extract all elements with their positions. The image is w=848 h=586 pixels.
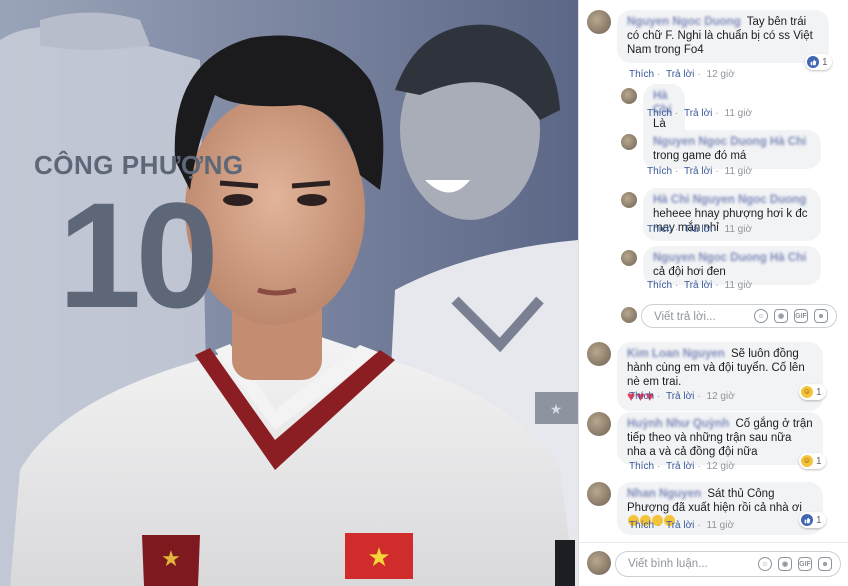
comment-bubble: Nguyen Ngoc Duong Tay bên trái có chữ F.… bbox=[617, 10, 829, 63]
reaction-count[interactable]: 1 bbox=[799, 512, 826, 528]
gif-icon[interactable]: GIF bbox=[798, 557, 812, 571]
sticker-icon[interactable]: ☻ bbox=[814, 309, 828, 323]
reply-link[interactable]: Trả lời bbox=[684, 280, 712, 291]
reply-link[interactable]: Trả lời bbox=[684, 166, 712, 177]
emoji-icon[interactable]: ☺ bbox=[754, 309, 768, 323]
haha-reaction-icon: ☺ bbox=[801, 455, 813, 467]
avatar[interactable] bbox=[621, 134, 637, 150]
comment-bubble: Nguyen Ngoc Duong Hà Chi trong game đó m… bbox=[643, 130, 821, 169]
reply-input[interactable]: Viết trả lời... ☺ ◉ GIF ☻ bbox=[641, 304, 837, 328]
my-avatar bbox=[621, 307, 637, 323]
composer-icons: ☺ ◉ GIF ☻ bbox=[758, 557, 832, 571]
comment-placeholder: Viết bình luận... bbox=[628, 558, 708, 570]
reaction-number: 1 bbox=[816, 514, 822, 526]
commenter-name[interactable]: Nhan Nguyen bbox=[627, 488, 701, 500]
reaction-count[interactable]: ☺ 1 bbox=[799, 384, 826, 400]
comment-actions: Thích · Trả lời · 11 giờ bbox=[629, 520, 735, 531]
svg-text:★: ★ bbox=[367, 543, 390, 573]
comments-sidebar: Nguyen Ngoc Duong Tay bên trái có chữ F.… bbox=[578, 0, 848, 586]
avatar[interactable] bbox=[621, 250, 637, 266]
avatar[interactable] bbox=[621, 192, 637, 208]
comment-text: trong game đó má bbox=[653, 150, 747, 162]
haha-reaction-icon: ☺ bbox=[801, 386, 813, 398]
comment-text: cả đội hơi đen bbox=[653, 266, 726, 278]
comment-actions: Thích · Trả lời · 12 giờ bbox=[629, 69, 735, 80]
timestamp[interactable]: 11 giờ bbox=[725, 108, 753, 119]
svg-text:★: ★ bbox=[161, 547, 181, 572]
like-link[interactable]: Thích bbox=[647, 280, 672, 291]
commenter-name[interactable]: Huỳnh Như Quỳnh bbox=[627, 418, 729, 430]
sticker-icon[interactable]: ☻ bbox=[818, 557, 832, 571]
reply-link[interactable]: Trả lời bbox=[684, 224, 712, 235]
timestamp[interactable]: 11 giờ bbox=[707, 520, 735, 531]
comment-actions: Thích · Trả lời · 11 giờ bbox=[647, 280, 753, 291]
avatar[interactable] bbox=[587, 412, 611, 436]
camera-icon[interactable]: ◉ bbox=[778, 557, 792, 571]
gif-icon[interactable]: GIF bbox=[794, 309, 808, 323]
reply-link[interactable]: Trả lời bbox=[666, 461, 694, 472]
like-link[interactable]: Thích bbox=[647, 166, 672, 177]
svg-text:★: ★ bbox=[550, 402, 563, 418]
reaction-number: 1 bbox=[816, 455, 822, 467]
reaction-count[interactable]: 1 bbox=[805, 54, 832, 70]
like-link[interactable]: Thích bbox=[629, 391, 654, 402]
like-link[interactable]: Thích bbox=[629, 520, 654, 531]
commenter-name[interactable]: Nguyen Ngoc Duong Hà Chi bbox=[653, 136, 806, 148]
emoji-icon[interactable]: ☺ bbox=[758, 557, 772, 571]
comment-input[interactable]: Viết bình luận... ☺ ◉ GIF ☻ bbox=[615, 551, 841, 577]
reaction-number: 1 bbox=[822, 56, 828, 68]
timestamp[interactable]: 12 giờ bbox=[707, 391, 735, 402]
jersey-number-text: 10 bbox=[58, 171, 219, 339]
my-avatar bbox=[587, 551, 611, 575]
reaction-number: 1 bbox=[816, 386, 822, 398]
comment-actions: Thích · Trả lời · 11 giờ bbox=[647, 166, 753, 177]
reply-link[interactable]: Trả lời bbox=[666, 391, 694, 402]
reply-link[interactable]: Trả lời bbox=[666, 69, 694, 80]
comment-actions: Thích · Trả lời · 11 giờ bbox=[647, 108, 753, 119]
like-reaction-icon bbox=[801, 514, 813, 526]
avatar[interactable] bbox=[587, 342, 611, 366]
avatar[interactable] bbox=[621, 88, 637, 104]
commenter-name[interactable]: Nguyen Ngoc Duong Hà Chi bbox=[653, 252, 806, 264]
commenter-name[interactable]: Nguyen Ngoc Duong bbox=[627, 16, 741, 28]
comment-bubble: Huỳnh Như Quỳnh Cố gắng ở trận tiếp theo… bbox=[617, 412, 823, 465]
comment-actions: Thích · Trả lời · 12 giờ bbox=[629, 461, 735, 472]
like-link[interactable]: Thích bbox=[629, 69, 654, 80]
comment-composer: Viết bình luận... ☺ ◉ GIF ☻ bbox=[579, 542, 848, 586]
timestamp[interactable]: 11 giờ bbox=[725, 224, 753, 235]
reply-link[interactable]: Trả lời bbox=[684, 108, 712, 119]
reaction-count[interactable]: ☺ 1 bbox=[799, 453, 826, 469]
timestamp[interactable]: 11 giờ bbox=[725, 166, 753, 177]
commenter-name[interactable]: Hà Chi Nguyen Ngoc Duong bbox=[653, 194, 806, 206]
timestamp[interactable]: 11 giờ bbox=[725, 280, 753, 291]
composer-icons: ☺ ◉ GIF ☻ bbox=[754, 309, 828, 323]
timestamp[interactable]: 12 giờ bbox=[707, 69, 735, 80]
comment-actions: Thích · Trả lời · 12 giờ bbox=[629, 391, 735, 402]
like-reaction-icon bbox=[807, 56, 819, 68]
reply-link[interactable]: Trả lời bbox=[666, 520, 694, 531]
like-link[interactable]: Thích bbox=[647, 108, 672, 119]
like-link[interactable]: Thích bbox=[647, 224, 672, 235]
reply-placeholder: Viết trả lời... bbox=[654, 311, 716, 323]
commenter-name[interactable]: Kim Loan Nguyen bbox=[627, 348, 725, 360]
like-link[interactable]: Thích bbox=[629, 461, 654, 472]
photo-viewer[interactable]: ★ ★ ★ CÔNG PHƯỢNG 10 bbox=[0, 0, 578, 586]
timestamp[interactable]: 12 giờ bbox=[707, 461, 735, 472]
comment-actions: Thích · Trả lời · 11 giờ bbox=[647, 224, 753, 235]
camera-icon[interactable]: ◉ bbox=[774, 309, 788, 323]
avatar[interactable] bbox=[587, 482, 611, 506]
avatar[interactable] bbox=[587, 10, 611, 34]
